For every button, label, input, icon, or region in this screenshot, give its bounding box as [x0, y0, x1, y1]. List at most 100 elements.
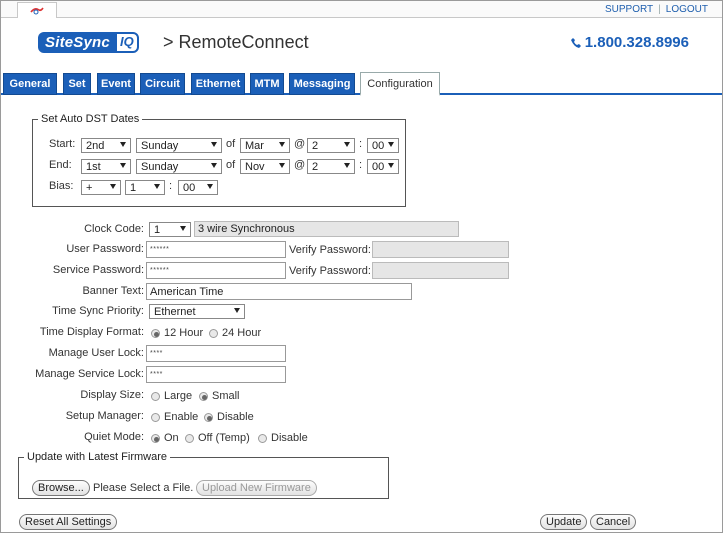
- upload-firmware-button[interactable]: Upload New Firmware: [196, 480, 317, 496]
- tab-messaging[interactable]: Messaging: [289, 73, 355, 95]
- page-frame: SUPPORT | LOGOUT SiteSync IQ > RemoteCon…: [0, 0, 723, 533]
- setup-manager-enable-label: Enable: [164, 411, 199, 423]
- clock-code-select[interactable]: 1: [149, 222, 191, 237]
- clock-code-value: 1: [154, 223, 161, 236]
- cancel-button[interactable]: Cancel: [590, 514, 637, 530]
- logo-swoosh-icon: [30, 7, 44, 14]
- quiet-mode-on-radio[interactable]: On: [151, 432, 179, 444]
- start-colon: :: [359, 138, 363, 150]
- end-month-value: Nov: [245, 160, 265, 173]
- time-format-12-radio[interactable]: 12 Hour: [151, 327, 203, 339]
- verify-user-password-input[interactable]: [372, 241, 509, 258]
- start-label: Start:: [49, 138, 76, 150]
- end-label: End:: [49, 159, 72, 171]
- dst-legend: Set Auto DST Dates: [38, 113, 143, 125]
- clock-code-description: 3 wire Synchronous: [194, 221, 459, 237]
- manage-user-lock-input[interactable]: ****: [146, 345, 286, 362]
- end-week-select[interactable]: 1st: [81, 159, 131, 174]
- chevron-down-icon: [279, 163, 285, 168]
- service-password-input[interactable]: ******: [146, 262, 286, 279]
- time-display-format-label: Time Display Format:: [39, 326, 144, 338]
- firmware-legend: Update with Latest Firmware: [24, 451, 170, 463]
- display-size-large-radio[interactable]: Large: [151, 390, 192, 402]
- display-size-label: Display Size:: [80, 389, 144, 401]
- manage-service-lock-label: Manage Service Lock:: [35, 368, 144, 380]
- chevron-down-icon: [180, 226, 186, 231]
- start-hour-select[interactable]: 2: [307, 138, 355, 153]
- start-hour-value: 2: [312, 139, 319, 152]
- setup-manager-disable-label: Disable: [217, 411, 254, 423]
- browse-button[interactable]: Browse...: [32, 480, 90, 496]
- tab-configuration[interactable]: Configuration: [360, 72, 440, 96]
- phone-text: 1.800.328.8996: [584, 34, 689, 51]
- tab-event[interactable]: Event: [97, 73, 135, 95]
- bias-hours-select[interactable]: 1: [125, 180, 165, 195]
- chevron-down-icon: [154, 184, 160, 189]
- start-month-value: Mar: [245, 139, 264, 152]
- end-month-select[interactable]: Nov: [240, 159, 290, 174]
- start-month-select[interactable]: Mar: [240, 138, 290, 153]
- display-size-large-label: Large: [164, 390, 193, 402]
- chevron-down-icon: [120, 142, 126, 147]
- end-minute-select[interactable]: 00: [367, 159, 399, 174]
- end-of-label: of: [226, 159, 236, 171]
- time-sync-priority-label: Time Sync Priority:: [52, 305, 144, 317]
- chevron-down-icon: [120, 163, 126, 168]
- time-sync-priority-value: Ethernet: [154, 305, 196, 318]
- home-tab[interactable]: [17, 2, 57, 18]
- end-colon: :: [359, 159, 363, 171]
- time-sync-priority-select[interactable]: Ethernet: [149, 304, 245, 319]
- dst-group: Set Auto DST Dates Start: 2nd Sunday of …: [32, 113, 406, 207]
- tab-ethernet[interactable]: Ethernet: [191, 73, 245, 95]
- end-day-value: Sunday: [141, 160, 179, 173]
- chevron-down-icon: [211, 163, 217, 168]
- bias-sign-value: +: [86, 181, 93, 194]
- update-button[interactable]: Update: [540, 514, 588, 530]
- tab-mtm[interactable]: MTM: [250, 73, 284, 95]
- support-link[interactable]: SUPPORT: [605, 4, 653, 15]
- bias-minutes-select[interactable]: 00: [178, 180, 218, 195]
- logout-link[interactable]: LOGOUT: [666, 4, 708, 15]
- setup-manager-disable-radio[interactable]: Disable: [204, 411, 254, 423]
- banner-text-input[interactable]: American Time: [146, 283, 412, 300]
- radio-unselected-icon: [185, 433, 194, 443]
- start-day-select[interactable]: Sunday: [136, 138, 222, 153]
- tab-general[interactable]: General: [3, 73, 57, 95]
- end-hour-select[interactable]: 2: [307, 159, 355, 174]
- chevron-down-icon: [344, 142, 350, 147]
- time-format-12-label: 12 Hour: [164, 327, 204, 339]
- start-of-label: of: [226, 138, 236, 150]
- start-minute-value: 00: [372, 139, 385, 152]
- bias-sign-select[interactable]: +: [81, 180, 121, 195]
- time-format-24-radio[interactable]: 24 Hour: [209, 327, 261, 339]
- radio-unselected-icon: [258, 433, 267, 443]
- quiet-mode-off-temp-radio[interactable]: Off (Temp): [185, 432, 250, 444]
- radio-unselected-icon: [151, 412, 160, 422]
- setup-manager-enable-radio[interactable]: Enable: [151, 411, 198, 423]
- tab-circuit[interactable]: Circuit: [140, 73, 185, 95]
- banner-text-label: Banner Text:: [82, 285, 144, 297]
- manage-service-lock-input[interactable]: ****: [146, 366, 286, 383]
- end-hour-value: 2: [312, 160, 319, 173]
- radio-selected-icon: [151, 433, 160, 443]
- display-size-small-label: Small: [212, 390, 240, 402]
- tab-set[interactable]: Set: [63, 73, 91, 95]
- start-at-label: @: [294, 138, 306, 150]
- chevron-down-icon: [207, 184, 213, 189]
- manage-user-lock-label: Manage User Lock:: [48, 347, 144, 359]
- user-password-input[interactable]: ******: [146, 241, 286, 258]
- top-links: SUPPORT | LOGOUT: [605, 4, 708, 15]
- verify-service-password-input[interactable]: [372, 262, 509, 279]
- quiet-mode-disable-radio[interactable]: Disable: [258, 432, 308, 444]
- time-format-24-label: 24 Hour: [222, 327, 262, 339]
- bias-hours-value: 1: [130, 181, 137, 194]
- app-title: > RemoteConnect: [163, 32, 309, 52]
- service-password-label: Service Password:: [52, 264, 144, 276]
- display-size-small-radio[interactable]: Small: [199, 390, 240, 402]
- start-minute-select[interactable]: 00: [367, 138, 399, 153]
- end-day-select[interactable]: Sunday: [136, 159, 222, 174]
- header: SiteSync IQ > RemoteConnect 1.800.328.89…: [1, 19, 722, 65]
- verify-service-password-label: Verify Password:: [289, 265, 371, 277]
- start-week-select[interactable]: 2nd: [81, 138, 131, 153]
- reset-all-settings-button[interactable]: Reset All Settings: [19, 514, 118, 530]
